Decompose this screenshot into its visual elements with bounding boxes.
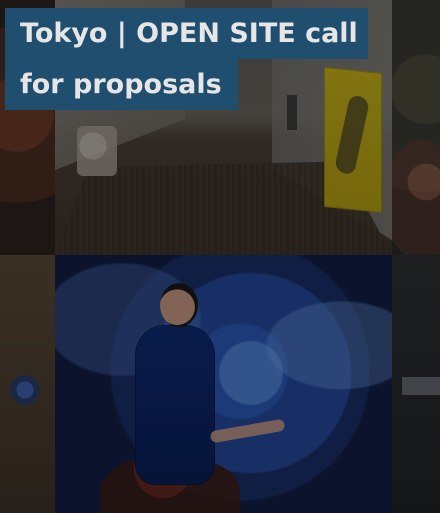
card-title[interactable]: Tokyo | OPEN SITE call for proposals [5,8,400,110]
title-line-1[interactable]: Tokyo | OPEN SITE call [5,8,368,59]
title-line-2[interactable]: for proposals [5,59,238,110]
program-card[interactable]: Tokyo | OPEN SITE call for proposals [0,0,440,513]
